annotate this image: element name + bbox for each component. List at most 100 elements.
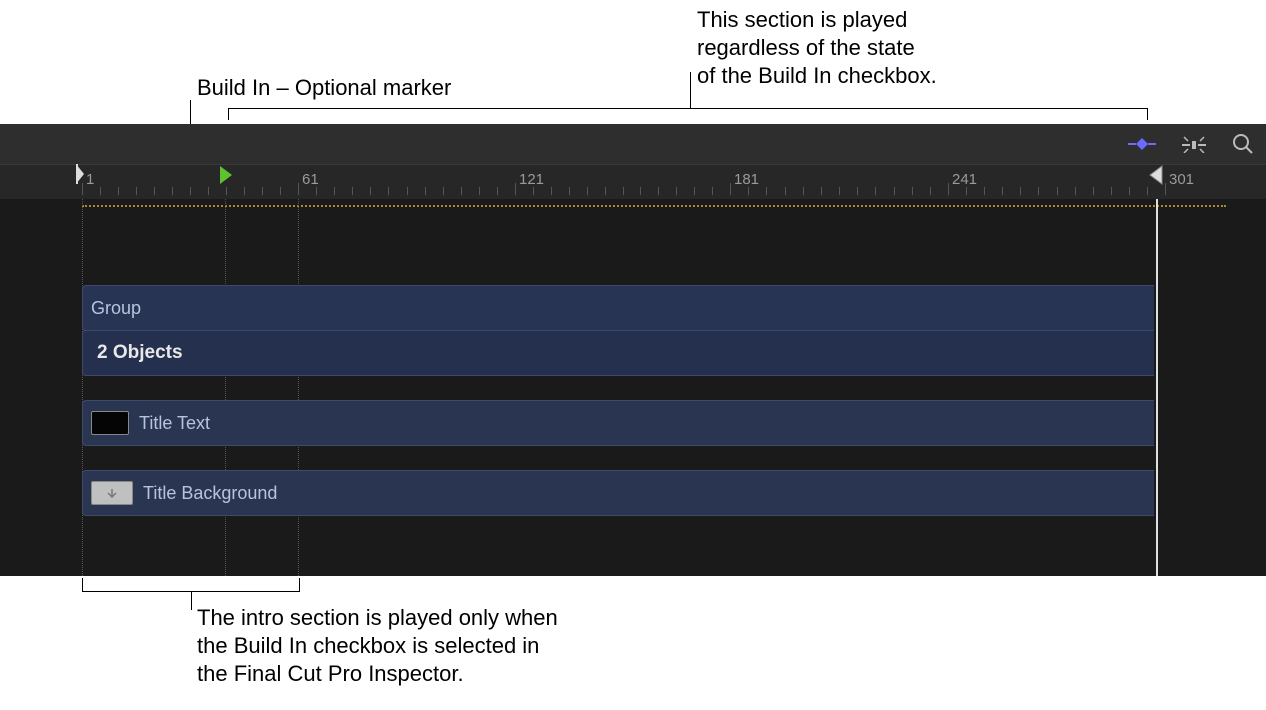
- ruler-tick: [569, 187, 570, 195]
- ruler-tick: [821, 187, 822, 195]
- ruler-tick: [766, 187, 767, 195]
- ruler-tick: [623, 187, 624, 195]
- callout-intro-section: The intro section is played only when th…: [197, 604, 558, 688]
- callout-text-line: The intro section is played only when: [197, 605, 558, 630]
- ruler-tick: [894, 187, 895, 195]
- ruler-tick: [425, 187, 426, 195]
- ruler-frame-label: 61: [302, 171, 319, 188]
- ruler-tick-major: [1165, 183, 1166, 195]
- ruler-tick: [1075, 187, 1076, 195]
- ruler-tick: [1129, 187, 1130, 195]
- ruler-tick: [857, 187, 858, 195]
- play-range-end-marker[interactable]: [1148, 164, 1164, 191]
- callout-bracket: [82, 578, 300, 592]
- ruler-tick: [1002, 187, 1003, 195]
- ruler-tick: [533, 187, 534, 195]
- ruler-tick: [190, 187, 191, 195]
- ruler-frame-label: 181: [734, 171, 759, 188]
- ruler-tick: [388, 187, 389, 195]
- ruler-tick: [1038, 187, 1039, 195]
- callout-text-line: the Build In checkbox is selected in: [197, 633, 539, 658]
- loop-region-indicator: [82, 205, 1226, 207]
- ruler-tick: [694, 187, 695, 195]
- ruler-frame-label: 121: [519, 171, 544, 188]
- callout-played-regardless: This section is played regardless of the…: [697, 6, 937, 90]
- callout-text-line: the Final Cut Pro Inspector.: [197, 661, 464, 686]
- ruler-tick: [154, 187, 155, 195]
- zoom-icon[interactable]: [1232, 133, 1254, 155]
- ruler-tick: [136, 187, 137, 195]
- ruler-tick: [658, 187, 659, 195]
- group-header-track[interactable]: Group: [82, 285, 1154, 331]
- ruler-tick: [1020, 187, 1021, 195]
- ruler-tick: [966, 187, 967, 195]
- ruler-tick: [316, 187, 317, 195]
- callout-leader: [191, 592, 192, 610]
- track-label: Title Text: [139, 413, 210, 434]
- ruler-tick: [587, 187, 588, 195]
- ruler-tick: [370, 187, 371, 195]
- ruler-tick: [785, 187, 786, 195]
- callout-leader: [690, 72, 691, 108]
- timeline-toolbar: [0, 124, 1266, 164]
- callout-text-line: of the Build In checkbox.: [697, 63, 937, 88]
- ruler-tick: [640, 187, 641, 195]
- ruler-tick: [1111, 187, 1112, 195]
- ruler-tick: [208, 187, 209, 195]
- objects-count-label: 2 Objects: [91, 342, 183, 364]
- ruler-tick: [1057, 187, 1058, 195]
- ruler-tick: [334, 187, 335, 195]
- track-row-title-text[interactable]: Title Text: [82, 400, 1154, 446]
- ruler-tick: [479, 187, 480, 195]
- callout-text-line: regardless of the state: [697, 35, 915, 60]
- track-label: Title Background: [143, 483, 277, 504]
- ruler-tick: [443, 187, 444, 195]
- track-thumbnail: [91, 411, 129, 435]
- ruler-tick: [244, 187, 245, 195]
- ruler-tick: [605, 187, 606, 195]
- callout-build-in-marker: Build In – Optional marker: [197, 74, 451, 102]
- ruler-tick: [352, 187, 353, 195]
- ruler-tick: [497, 187, 498, 195]
- ruler-tick: [172, 187, 173, 195]
- ruler-tick: [984, 187, 985, 195]
- ruler-tick: [407, 187, 408, 195]
- group-label: Group: [91, 298, 141, 319]
- ruler-frame-label: 301: [1169, 171, 1194, 188]
- playhead[interactable]: [1156, 199, 1158, 576]
- ruler-tick: [118, 187, 119, 195]
- track-thumbnail: [91, 481, 133, 505]
- ruler-tick: [1093, 187, 1094, 195]
- ruler-tick: [930, 187, 931, 195]
- ruler-tick: [912, 187, 913, 195]
- timeline-panel: 161121181241301 Group 2 Objects Title Te…: [0, 124, 1266, 576]
- ruler-tick: [551, 187, 552, 195]
- ruler-tick-major: [515, 183, 516, 195]
- ruler-tick-major: [82, 183, 83, 195]
- snap-icon[interactable]: [1180, 135, 1208, 153]
- ruler-tick: [839, 187, 840, 195]
- ruler-tick: [100, 187, 101, 195]
- callout-text-line: This section is played: [697, 7, 907, 32]
- ruler-tick: [676, 187, 677, 195]
- ruler-tick: [875, 187, 876, 195]
- ruler-tick: [748, 187, 749, 195]
- ruler-tick: [461, 187, 462, 195]
- ruler-tick-major: [948, 183, 949, 195]
- ruler-tick-major: [730, 183, 731, 195]
- ruler-frame-label: 241: [952, 171, 977, 188]
- ruler-tick: [280, 187, 281, 195]
- timeline-ruler[interactable]: 161121181241301: [0, 164, 1266, 199]
- ruler-tick: [712, 187, 713, 195]
- ruler-tick: [803, 187, 804, 195]
- track-area: Group 2 Objects Title Text Title Backgro…: [82, 285, 1154, 516]
- track-row-title-background[interactable]: Title Background: [82, 470, 1154, 516]
- group-objects-track[interactable]: 2 Objects: [82, 330, 1154, 376]
- ruler-tick-major: [298, 183, 299, 195]
- callout-bracket: [228, 108, 1148, 120]
- build-in-optional-marker[interactable]: [218, 164, 234, 191]
- play-range-start-marker[interactable]: [76, 164, 88, 182]
- keyframe-icon[interactable]: [1128, 136, 1156, 152]
- ruler-tick: [262, 187, 263, 195]
- timeline-body: Group 2 Objects Title Text Title Backgro…: [0, 199, 1266, 576]
